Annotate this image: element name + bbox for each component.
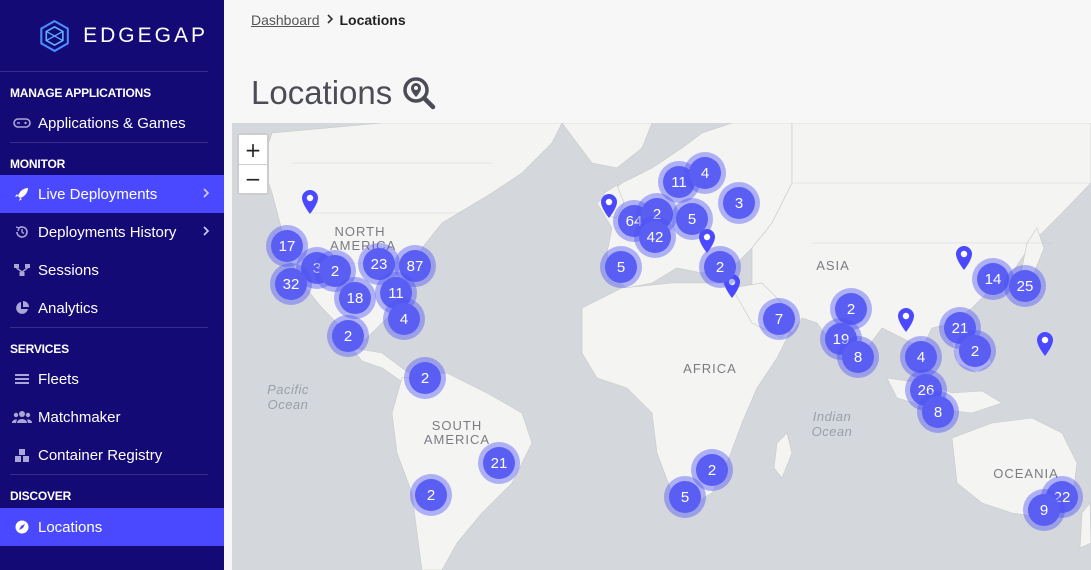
location-cluster[interactable]: 3 bbox=[718, 182, 760, 224]
sidebar-item-label: Container Registry bbox=[38, 446, 163, 464]
location-cluster[interactable]: 8 bbox=[837, 336, 879, 378]
location-pin-icon[interactable] bbox=[1035, 331, 1055, 357]
section-manage-applications: MANAGE APPLICATIONS bbox=[10, 86, 151, 100]
location-cluster[interactable]: 5 bbox=[671, 198, 713, 240]
breadcrumb-dashboard-link[interactable]: Dashboard bbox=[251, 12, 320, 28]
world-map[interactable]: + − NORTH AMERICA SOUTH AMERICA AFRICA A… bbox=[232, 123, 1091, 570]
gamepad-icon bbox=[12, 115, 32, 131]
chevron-right-icon bbox=[326, 12, 334, 28]
location-cluster[interactable]: 2 bbox=[410, 474, 452, 516]
sidebar-item-label: Locations bbox=[38, 518, 103, 536]
continent-label: ASIA bbox=[816, 258, 850, 273]
sidebar-item-analytics[interactable]: Analytics bbox=[0, 289, 224, 327]
ocean-label: Pacific Ocean bbox=[267, 382, 309, 412]
section-discover: DISCOVER bbox=[10, 489, 72, 503]
sidebar-item-label: Matchmaker bbox=[38, 408, 121, 426]
sidebar-item-applications-games[interactable]: Applications & Games bbox=[0, 104, 224, 142]
sidebar-item-label: Fleets bbox=[38, 370, 79, 388]
sidebar-item-label: Applications & Games bbox=[38, 114, 186, 132]
map-search-icon bbox=[403, 77, 436, 110]
history-icon bbox=[12, 224, 32, 240]
location-cluster[interactable]: 21 bbox=[478, 442, 520, 484]
page-title: Locations bbox=[251, 74, 436, 112]
location-cluster[interactable]: 2 bbox=[404, 357, 446, 399]
location-cluster[interactable]: 5 bbox=[664, 476, 706, 518]
sidebar-item-deployments-history[interactable]: Deployments History bbox=[0, 213, 224, 251]
location-cluster[interactable]: 2 bbox=[699, 246, 741, 288]
chevron-right-icon bbox=[202, 186, 210, 203]
compass-icon bbox=[12, 519, 32, 535]
breadcrumb-current: Locations bbox=[339, 12, 406, 28]
rocket-icon bbox=[12, 186, 32, 202]
continent-label: SOUTH AMERICA bbox=[423, 418, 491, 447]
sidebar-item-live-deployments[interactable]: Live Deployments bbox=[0, 175, 224, 213]
location-cluster[interactable]: 2 bbox=[327, 315, 369, 357]
chevron-right-icon bbox=[202, 224, 210, 241]
section-monitor: MONITOR bbox=[10, 157, 66, 171]
location-cluster[interactable]: 2 bbox=[954, 330, 996, 372]
sidebar-item-fleets[interactable]: Fleets bbox=[0, 360, 224, 398]
ocean-label: Indian Ocean bbox=[811, 409, 853, 439]
location-cluster[interactable]: 25 bbox=[1004, 265, 1046, 307]
sidebar-item-container-registry[interactable]: Container Registry bbox=[0, 436, 224, 474]
users-icon bbox=[12, 409, 32, 425]
pie-chart-icon bbox=[12, 300, 32, 316]
sidebar-item-sessions[interactable]: Sessions bbox=[0, 251, 224, 289]
zoom-out-button[interactable]: − bbox=[239, 164, 267, 193]
sidebar-item-matchmaker[interactable]: Matchmaker bbox=[0, 398, 224, 436]
location-cluster[interactable]: 9 bbox=[1023, 489, 1065, 531]
location-pin-icon[interactable] bbox=[300, 189, 320, 215]
sidebar-item-label: Deployments History bbox=[38, 223, 177, 241]
location-cluster[interactable]: 32 bbox=[270, 263, 312, 305]
location-cluster[interactable]: 5 bbox=[600, 246, 642, 288]
boxes-icon bbox=[12, 447, 32, 463]
location-cluster[interactable]: 8 bbox=[917, 391, 959, 433]
sidebar-item-label: Live Deployments bbox=[38, 185, 158, 203]
logo[interactable]: EDGEGAP bbox=[0, 0, 208, 72]
edgegap-logo-icon bbox=[40, 19, 69, 52]
location-cluster[interactable]: 4 bbox=[684, 152, 726, 194]
sessions-icon bbox=[12, 262, 32, 278]
continent-label: AFRICA bbox=[683, 361, 737, 376]
location-cluster[interactable]: 42 bbox=[634, 216, 676, 258]
sidebar-item-label: Analytics bbox=[38, 299, 99, 317]
zoom-control: + − bbox=[237, 133, 269, 195]
location-cluster[interactable]: 7 bbox=[758, 298, 800, 340]
sidebar: EDGEGAP MANAGE APPLICATIONS Applications… bbox=[0, 0, 224, 570]
sidebar-item-locations[interactable]: Locations bbox=[0, 508, 224, 546]
sidebar-item-label: Sessions bbox=[38, 261, 99, 279]
location-cluster[interactable]: 4 bbox=[383, 298, 425, 340]
location-pin-icon[interactable] bbox=[954, 245, 974, 271]
location-cluster[interactable]: 18 bbox=[334, 277, 376, 319]
section-services: SERVICES bbox=[10, 342, 69, 356]
location-pin-icon[interactable] bbox=[896, 307, 916, 333]
zoom-in-button[interactable]: + bbox=[239, 135, 267, 164]
page-title-text: Locations bbox=[251, 74, 393, 111]
breadcrumb: Dashboard Locations bbox=[251, 12, 406, 28]
brand-name: EDGEGAP bbox=[83, 23, 208, 47]
list-icon bbox=[12, 371, 32, 387]
